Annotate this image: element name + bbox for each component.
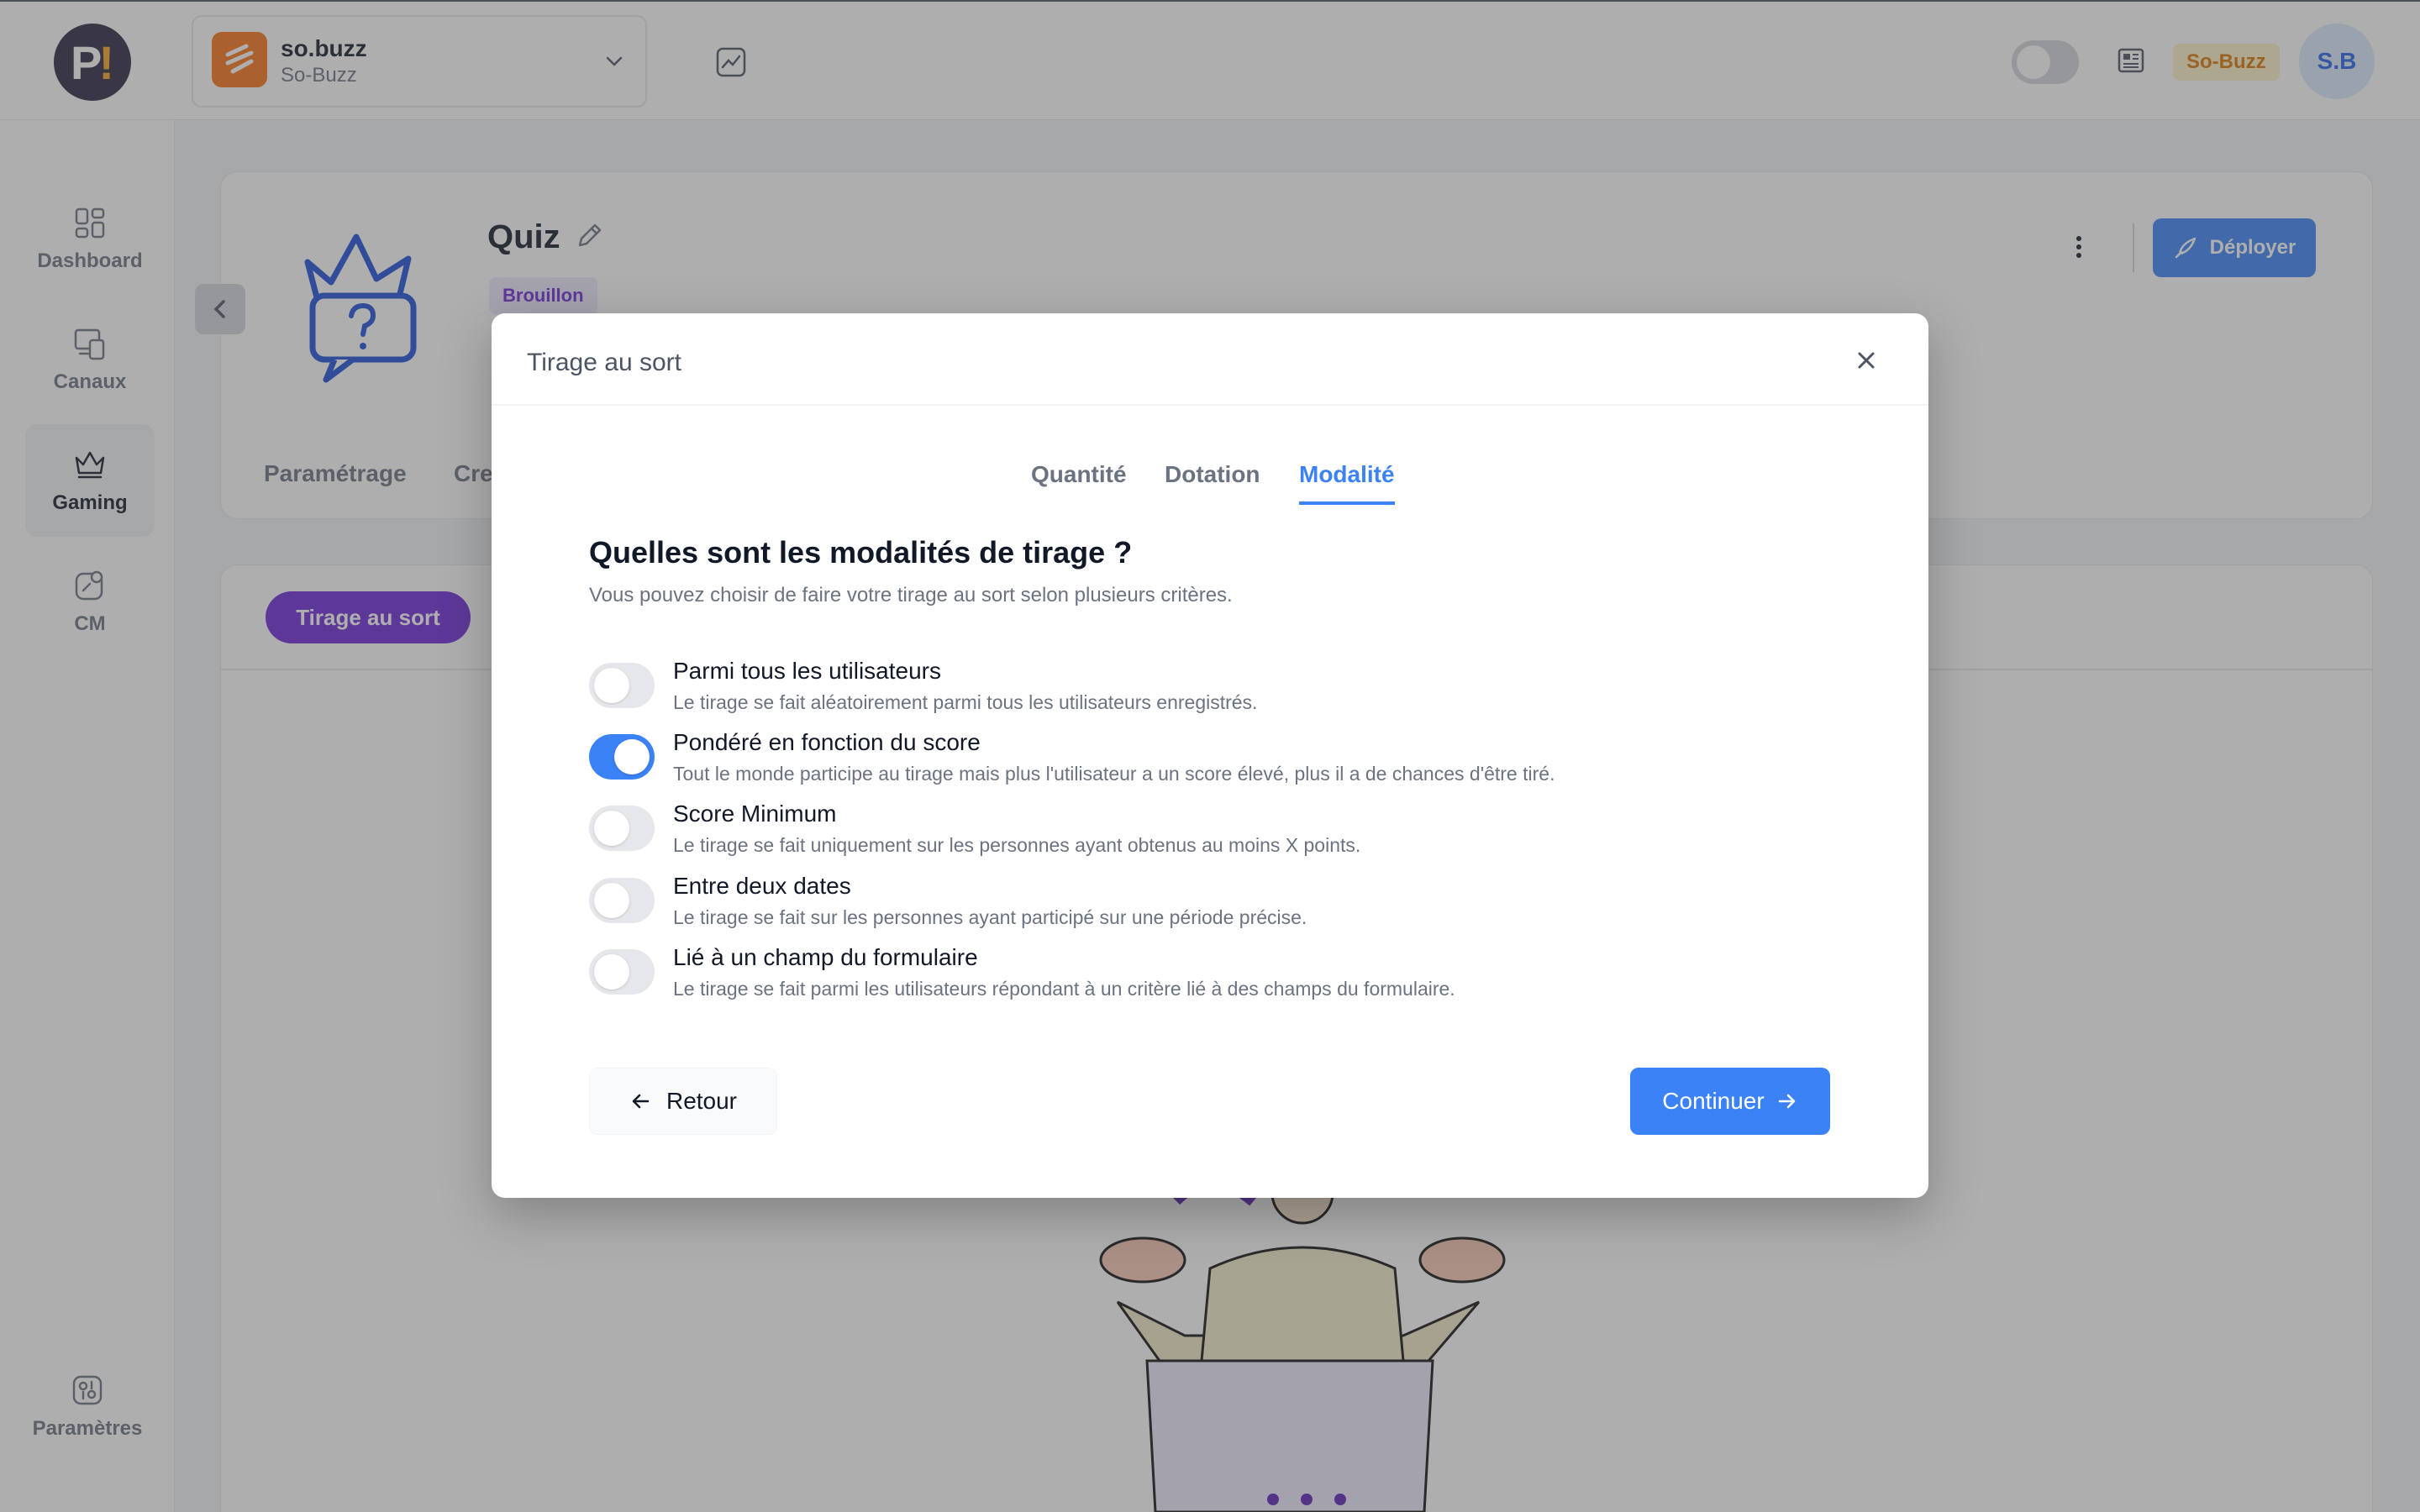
toggle-switch[interactable] — [589, 806, 655, 851]
option-title: Entre deux dates — [673, 873, 851, 899]
modal-tabs: Quantité Dotation Modalité — [492, 461, 1928, 520]
option-description: Le tirage se fait parmi les utilisateurs… — [673, 978, 1455, 1000]
option-title: Score Minimum — [673, 801, 837, 827]
modal-header: Tirage au sort — [492, 313, 1928, 406]
option-title: Parmi tous les utilisateurs — [673, 658, 942, 684]
toggle-switch[interactable] — [589, 878, 655, 923]
toggle-switch[interactable] — [589, 734, 655, 780]
continue-label: Continuer — [1662, 1088, 1765, 1114]
option-title: Lié à un champ du formulaire — [673, 944, 978, 970]
draw-modal: Tirage au sort Quantité Dotation Modalit… — [492, 313, 1928, 1198]
option-description: Tout le monde participe au tirage mais p… — [673, 763, 1555, 785]
option-title: Pondéré en fonction du score — [673, 729, 981, 755]
question-subtitle: Vous pouvez choisir de faire votre tirag… — [589, 584, 1233, 606]
option-description: Le tirage se fait aléatoirement parmi to… — [673, 691, 1258, 713]
option-description: Le tirage se fait sur les personnes ayan… — [673, 906, 1307, 928]
question-heading: Quelles sont les modalités de tirage ? — [589, 535, 1133, 570]
back-label: Retour — [666, 1088, 738, 1114]
close-icon[interactable] — [1854, 349, 1878, 372]
tab-modalite[interactable]: Modalité — [1299, 461, 1395, 505]
arrow-right-icon — [1778, 1094, 1795, 1109]
option-form-field: Lié à un champ du formulaire Le tirage s… — [589, 944, 1849, 1016]
option-all-users: Parmi tous les utilisateurs Le tirage se… — [589, 658, 1849, 730]
option-weighted-score: Pondéré en fonction du score Tout le mon… — [589, 729, 1849, 801]
option-minimum-score: Score Minimum Le tirage se fait uniqueme… — [589, 801, 1849, 873]
back-button[interactable]: Retour — [589, 1068, 777, 1135]
option-description: Le tirage se fait uniquement sur les per… — [673, 834, 1361, 856]
continue-button[interactable]: Continuer — [1630, 1068, 1830, 1135]
toggle-switch[interactable] — [589, 949, 655, 995]
toggle-switch[interactable] — [589, 663, 655, 708]
tab-quantite[interactable]: Quantité — [1031, 461, 1127, 505]
arrow-left-icon — [632, 1094, 650, 1109]
tab-dotation[interactable]: Dotation — [1165, 461, 1260, 505]
option-between-dates: Entre deux dates Le tirage se fait sur l… — [589, 873, 1849, 945]
modal-title: Tirage au sort — [527, 349, 681, 376]
